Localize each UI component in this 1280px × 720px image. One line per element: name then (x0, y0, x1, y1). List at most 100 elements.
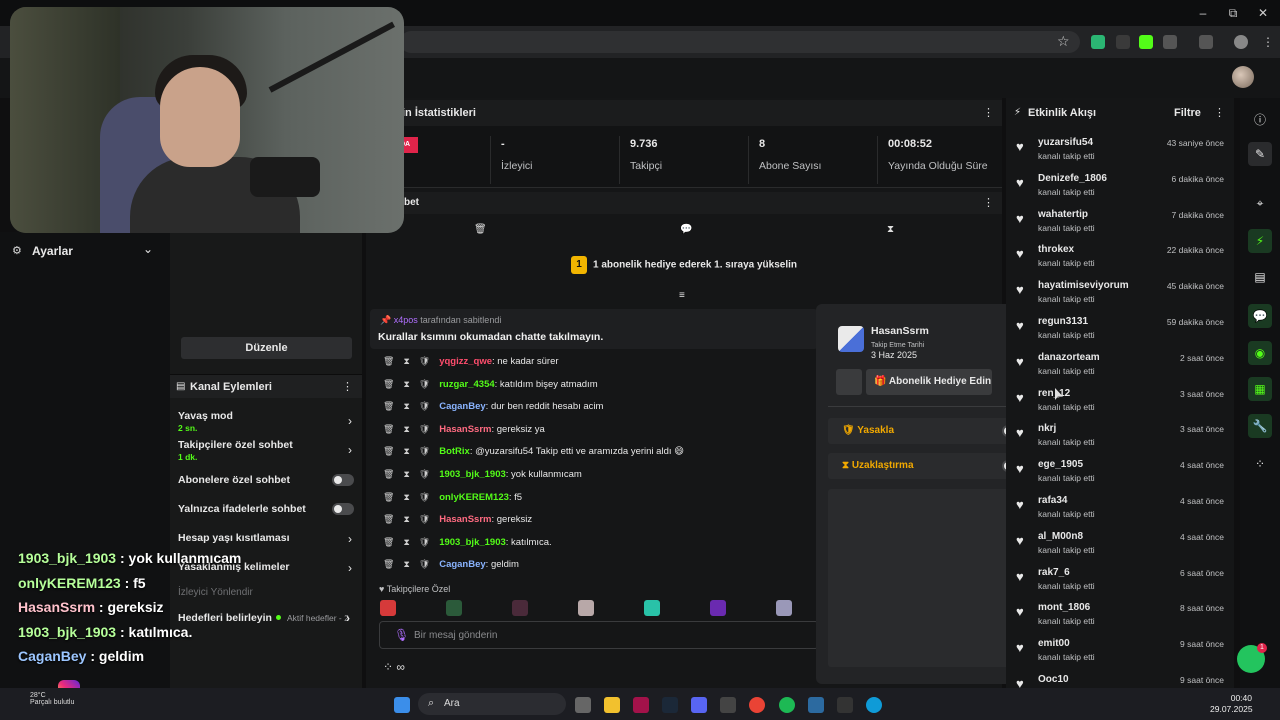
document-icon[interactable]: ▤ (1248, 265, 1272, 289)
chat-username[interactable]: yqgizz_qwe (439, 356, 492, 367)
hourglass-icon[interactable]: ⧗ (403, 537, 409, 547)
feed-item[interactable]: ♥ ren_12 kanalı takip etti 3 saat önce (1016, 388, 1228, 422)
feed-username[interactable]: hayatimiseviyorum (1038, 280, 1129, 291)
feed-username[interactable]: Ooc10 (1038, 674, 1069, 685)
chat-message[interactable]: 🗑 ⧗ 🛡 1903_bjk_1903: katılmıca. (383, 537, 552, 555)
edit-button[interactable]: Düzenle (181, 337, 352, 359)
dots-icon[interactable]: ⁘ (1248, 452, 1272, 476)
edge-icon[interactable] (866, 697, 882, 713)
layout-icon[interactable]: ▦ (1248, 377, 1272, 401)
hourglass-icon[interactable]: ⧗ (403, 356, 409, 366)
sidepanel-icon[interactable] (1199, 35, 1213, 49)
feed-username[interactable]: throkex (1038, 244, 1074, 255)
feed-username[interactable]: nkrj (1038, 423, 1056, 434)
subs-chat-toggle[interactable] (332, 474, 354, 486)
chat-message[interactable]: 🗑 ⧗ 🛡 BotRix: @yuzarsifu54 Takip etti ve ar… (383, 446, 684, 464)
feed-item[interactable]: ♥ wahatertip kanalı takip etti 7 dakika önc… (1016, 209, 1228, 243)
more-options-icon[interactable]: ⋮ (342, 380, 353, 393)
more-options-icon[interactable]: ⋮ (983, 196, 994, 209)
trash-icon[interactable]: 🗑 (383, 514, 394, 524)
feed-item[interactable]: ♥ ege_1905 kanalı takip etti 4 saat önce (1016, 459, 1228, 493)
lightning-icon[interactable]: ⚡ (1248, 229, 1272, 253)
extensions-puzzle-icon[interactable] (1163, 35, 1177, 49)
chat-username[interactable]: BotRix (439, 446, 470, 457)
feed-item[interactable]: ♥ danazorteam kanalı takip etti 2 saat önce (1016, 352, 1228, 386)
feed-item[interactable]: ♥ hayatimiseviyorum kanalı takip etti 45 da… (1016, 280, 1228, 314)
chat-username[interactable]: ruzgar_4354 (439, 379, 494, 390)
bookmark-star-icon[interactable]: ☆ (1057, 34, 1071, 48)
followers-chat-item[interactable]: Takipçilere özel sohbet 1 dk. › (178, 439, 358, 462)
steam-icon[interactable] (662, 697, 678, 713)
windows-start-icon[interactable] (394, 697, 410, 713)
discord-icon[interactable] (691, 697, 707, 713)
feed-item[interactable]: ♥ emit00 kanalı takip etti 9 saat önce (1016, 638, 1228, 672)
feed-username[interactable]: regun3131 (1038, 316, 1088, 327)
trash-icon[interactable]: 🗑 (383, 424, 394, 434)
feed-item[interactable]: ♥ yuzarsifu54 kanalı takip etti 43 saniye ö… (1016, 137, 1228, 171)
weather-widget[interactable]: 28°C Parçalı bulutlu (30, 692, 74, 706)
chat-username[interactable]: CaganBey (439, 401, 485, 412)
feed-username[interactable]: emit00 (1038, 638, 1070, 649)
spotify-icon[interactable] (779, 697, 795, 713)
trash-icon[interactable]: 🗑 (383, 356, 394, 366)
chat-message[interactable]: 🗑 ⧗ 🛡 ruzgar_4354: katıldım bişey atmadım (383, 379, 598, 397)
hourglass-icon[interactable]: ⧗ (403, 492, 409, 502)
broadcast-icon[interactable]: ◉ (1248, 341, 1272, 365)
feed-item[interactable]: ♥ nkrj kanalı takip etti 3 saat önce (1016, 423, 1228, 457)
emote-icon[interactable] (710, 600, 726, 616)
profile-icon[interactable] (1234, 35, 1248, 49)
gift-subscription-button[interactable]: 🎁 Abonelik Hediye Edin (866, 369, 992, 395)
feed-username[interactable]: rak7_6 (1038, 567, 1070, 578)
shield-icon[interactable]: 🛡 (419, 379, 430, 389)
emote-picker-icon[interactable]: 🎙 (394, 628, 409, 642)
user-action-square[interactable] (836, 369, 862, 395)
trash-icon[interactable]: 🗑 (383, 401, 394, 411)
infinity-icon[interactable]: ∞ (396, 660, 405, 674)
emote-icon[interactable] (446, 600, 462, 616)
wrench-icon[interactable]: 🔧 (1248, 414, 1272, 438)
chat-username[interactable]: 1903_bjk_1903 (439, 469, 506, 480)
emote-icon[interactable] (644, 600, 660, 616)
feed-item[interactable]: ♥ rafa34 kanalı takip etti 4 saat önce (1016, 495, 1228, 529)
feed-username[interactable]: danazorteam (1038, 352, 1100, 363)
avatar[interactable] (1232, 66, 1254, 88)
trash-icon[interactable]: 🗑 (383, 537, 394, 547)
chat-message-input[interactable]: 🎙 Bir mesaj gönderin (379, 621, 819, 649)
chat-message[interactable]: 🗑 ⧗ 🛡 onlyKEREM123: f5 (383, 492, 522, 510)
more-options-icon[interactable]: ⋮ (983, 106, 994, 119)
chat-icon[interactable]: 💬 (1248, 304, 1272, 328)
shield-icon[interactable]: 🛡 (419, 537, 430, 547)
app-icon[interactable] (837, 697, 853, 713)
address-bar[interactable] (400, 31, 1080, 53)
hourglass-icon[interactable]: ⧗ (403, 469, 409, 479)
shield-icon[interactable]: 🛡 (419, 401, 430, 411)
feed-username[interactable]: ren_12 (1038, 388, 1070, 399)
shield-icon[interactable]: 🛡 (419, 492, 430, 502)
feed-username[interactable]: rafa34 (1038, 495, 1067, 506)
extension-icon[interactable] (1139, 35, 1153, 49)
chat-message[interactable]: 🗑 ⧗ 🛡 CaganBey: geldim (383, 559, 519, 577)
chat-bubble-icon[interactable]: 💬 (680, 224, 692, 235)
feed-username[interactable]: ege_1905 (1038, 459, 1083, 470)
settings-toggle[interactable]: ⚙ Ayarlar ⌄ (0, 240, 160, 262)
feed-username[interactable]: Denizefe_1806 (1038, 173, 1107, 184)
chat-username[interactable]: onlyKEREM123 (439, 492, 509, 503)
shield-icon[interactable]: 🛡 (419, 424, 430, 434)
chrome-icon[interactable] (749, 697, 765, 713)
app-icon[interactable] (720, 697, 736, 713)
feed-username[interactable]: wahatertip (1038, 209, 1088, 220)
chat-username[interactable]: HasanSsrm (439, 424, 491, 435)
hourglass-icon[interactable]: ⧗ (403, 514, 409, 524)
chat-message[interactable]: 🗑 ⧗ 🛡 HasanSsrm: gereksiz (383, 514, 532, 532)
maximize-button[interactable]: ⧉ (1218, 4, 1248, 22)
shield-icon[interactable]: 🛡 (419, 514, 430, 524)
slow-mode-item[interactable]: Yavaş mod 2 sn. › (178, 410, 358, 433)
hourglass-icon[interactable]: ⧗ (403, 401, 409, 411)
trash-icon[interactable]: 🗑 (383, 446, 394, 456)
trash-icon[interactable]: 🗑 (383, 469, 394, 479)
pencil-icon[interactable]: ✎ (1248, 142, 1272, 166)
hourglass-icon[interactable]: ⧗ (887, 224, 894, 235)
focus-icon[interactable]: ⌖ (1248, 191, 1272, 215)
emote-icon[interactable] (380, 600, 396, 616)
file-explorer-icon[interactable] (604, 697, 620, 713)
